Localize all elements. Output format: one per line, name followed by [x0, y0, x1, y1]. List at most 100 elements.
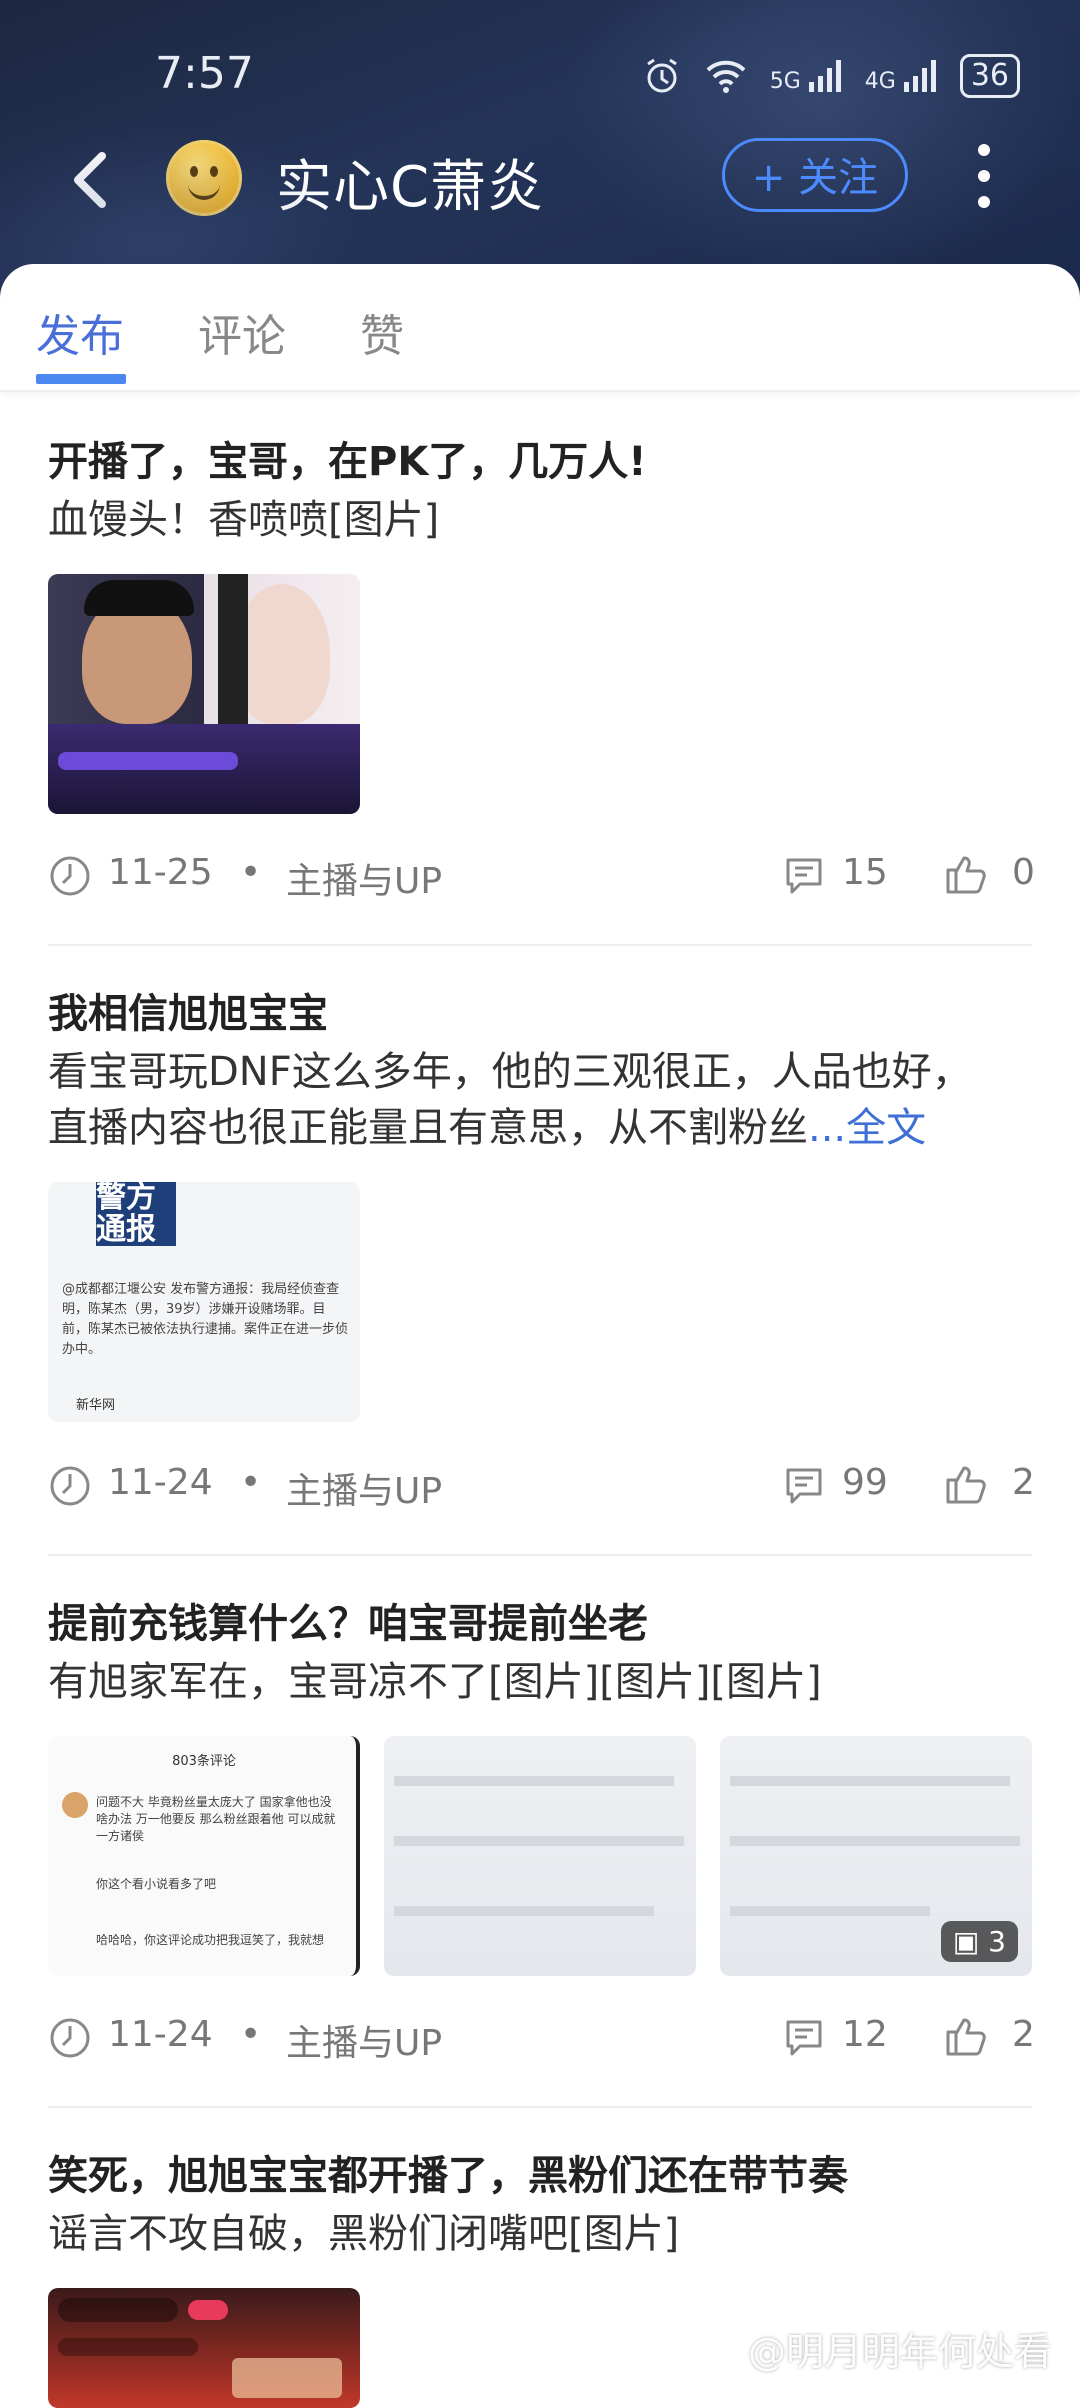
clock-icon	[50, 2018, 90, 2058]
comment-text: 问题不大 毕竟粉丝量太庞大了 国家拿他也没啥办法 万一他要反 那么粉丝跟着他 可…	[96, 1795, 336, 1843]
post-title: 笑死，旭旭宝宝都开播了，黑粉们还在带节奏	[48, 2153, 848, 2199]
signal-5g: 5G	[770, 58, 843, 94]
comment-count: 12	[842, 2014, 888, 2055]
post-title: 开播了，宝哥，在PK了，几万人!	[48, 439, 647, 485]
post-body-line: 直播内容也很正能量且有意思，从不割粉丝...全文	[48, 1100, 1032, 1156]
post-meta: 11-25 • 主播与UP 15 0	[48, 846, 1035, 906]
comment-text: 哈哈哈，你这评论成功把我逗笑了，我就想	[96, 1933, 325, 1947]
like-icon[interactable]	[944, 852, 988, 896]
divider	[48, 1554, 1032, 1556]
clock-icon	[50, 1466, 90, 1506]
streamer-glasses	[84, 580, 194, 616]
blurred-line	[730, 1776, 1010, 1786]
post-body: 谣言不攻自破，黑粉们闭嘴吧[图片]	[48, 2211, 680, 2257]
like-icon[interactable]	[944, 2014, 988, 2058]
avatar-eye	[210, 166, 218, 177]
comment-icon[interactable]	[784, 1466, 824, 1506]
commenter-avatar	[62, 1792, 88, 1818]
status-bar: 7:57 5G 4G 36	[0, 40, 1080, 110]
post-body: 血馒头！香喷喷[图片]	[48, 497, 440, 543]
post-item[interactable]: 开播了，宝哥，在PK了，几万人! 血馒头！香喷喷[图片]	[48, 432, 1032, 814]
avatar-smile	[188, 180, 220, 200]
divider	[48, 2106, 1032, 2108]
post-category[interactable]: 主播与UP	[286, 2014, 442, 2066]
post-category[interactable]: 主播与UP	[286, 852, 442, 904]
nav-bar: 实心C萧炎 + 关注	[0, 130, 1080, 230]
blurred-line	[730, 1906, 930, 1916]
meta-separator: •	[240, 1462, 262, 1503]
live-promo	[232, 2358, 342, 2398]
police-notice-headline: 警方 通报	[96, 1182, 176, 1246]
post-item[interactable]: 提前充钱算什么？咱宝哥提前坐老 有旭家军在，宝哥凉不了[图片][图片][图片] …	[48, 1594, 1032, 1976]
like-count: 2	[1012, 2014, 1035, 2055]
tab-publish[interactable]: 发布	[36, 300, 124, 364]
post-image[interactable]	[48, 2288, 360, 2408]
post-category[interactable]: 主播与UP	[286, 1462, 442, 1514]
post-images: 警方 通报 @成都都江堰公安 发布警方通报：我局经侦查查明，陈某杰（男，39岁）涉…	[48, 1182, 1032, 1422]
content-sheet: 发布 评论 赞 开播了，宝哥，在PK了，几万人! 血馒头！香喷喷[图片] 11-…	[0, 264, 1080, 2408]
clock-icon	[50, 856, 90, 896]
post-image[interactable]: 警方 通报 @成都都江堰公安 发布警方通报：我局经侦查查明，陈某杰（男，39岁）涉…	[48, 1182, 360, 1422]
status-icons: 5G 4G 36	[642, 54, 1020, 98]
page-title: 实心C萧炎	[276, 155, 545, 220]
live-follow-chip	[188, 2300, 228, 2320]
like-count: 0	[1012, 852, 1035, 893]
notice-source: 新华网	[76, 1398, 116, 1413]
post-body: 有旭家军在，宝哥凉不了[图片][图片][图片]	[48, 1659, 822, 1705]
tab-bar: 发布 评论 赞	[0, 264, 1080, 392]
post-date: 11-24	[108, 1462, 213, 1503]
tab-comments[interactable]: 评论	[198, 300, 286, 364]
comment-icon[interactable]	[784, 856, 824, 896]
post-meta: 11-24 • 主播与UP 99 2	[48, 1456, 1035, 1516]
avatar[interactable]	[166, 140, 242, 216]
post-image[interactable]: 803条评论 问题不大 毕竟粉丝量太庞大了 国家拿他也没啥办法 万一他要反 那么…	[48, 1736, 360, 1976]
live-banner	[58, 752, 238, 770]
post-image[interactable]	[48, 574, 360, 814]
tab-indicator	[36, 374, 126, 384]
blurred-line	[394, 1776, 674, 1786]
post-date: 11-24	[108, 2014, 213, 2055]
comment-text: 你这个看小说看多了吧	[96, 1877, 217, 1891]
blurred-line	[730, 1836, 1020, 1846]
blurred-line	[394, 1906, 654, 1916]
like-icon[interactable]	[944, 1462, 988, 1506]
post-meta: 11-24 • 主播与UP 12 2	[48, 2008, 1035, 2068]
notice-text: @成都都江堰公安 发布警方通报：我局经侦查查明，陈某杰（男，39岁）涉嫌开设赌场…	[62, 1282, 349, 1357]
signal-4g: 4G	[865, 58, 938, 94]
meta-separator: •	[240, 2014, 262, 2055]
battery-icon: 36	[959, 54, 1020, 98]
watermark: @明月明年何处看	[747, 2330, 1052, 2374]
post-images: 803条评论 问题不大 毕竟粉丝量太庞大了 国家拿他也没啥办法 万一他要反 那么…	[48, 1736, 1032, 1976]
signal-icon	[808, 60, 841, 92]
like-count: 2	[1012, 1462, 1035, 1503]
more-vertical-icon[interactable]	[976, 144, 992, 210]
post-images	[48, 574, 1032, 814]
image-count-badge: ▣ 3	[940, 1921, 1018, 1962]
post-title: 我相信旭旭宝宝	[48, 991, 328, 1037]
signal-icon	[903, 60, 936, 92]
post-body-text: 直播内容也很正能量且有意思，从不割粉丝	[48, 1105, 808, 1151]
blurred-line	[394, 1836, 684, 1846]
streamer-hair	[218, 574, 248, 744]
live-name-chip	[58, 2298, 178, 2322]
post-date: 11-25	[108, 852, 213, 893]
live-rank-chip	[58, 2338, 198, 2356]
post-image[interactable]: ▣ 3	[720, 1736, 1032, 1976]
status-time: 7:57	[155, 48, 254, 99]
comment-count: 99	[842, 1462, 888, 1503]
image-icon: ▣	[952, 1925, 989, 1958]
alarm-icon	[646, 58, 677, 93]
follow-button[interactable]: + 关注	[722, 138, 908, 212]
meta-separator: •	[240, 852, 262, 893]
comments-header: 803条评论	[172, 1754, 236, 1769]
post-image[interactable]	[384, 1736, 696, 1976]
comment-icon[interactable]	[784, 2018, 824, 2058]
post-item[interactable]: 我相信旭旭宝宝 看宝哥玩DNF这么多年，他的三观很正，人品也好， 直播内容也很正…	[48, 984, 1032, 1422]
profile-header: 7:57 5G 4G 36 实心C萧炎 + 关注	[0, 0, 1080, 300]
post-body-line: 看宝哥玩DNF这么多年，他的三观很正，人品也好，	[48, 1049, 972, 1095]
tab-likes[interactable]: 赞	[360, 300, 404, 364]
post-title: 提前充钱算什么？咱宝哥提前坐老	[48, 1601, 648, 1647]
avatar-eye	[190, 166, 198, 177]
back-arrow-icon[interactable]	[60, 140, 120, 220]
read-more-link[interactable]: ...全文	[808, 1105, 926, 1151]
